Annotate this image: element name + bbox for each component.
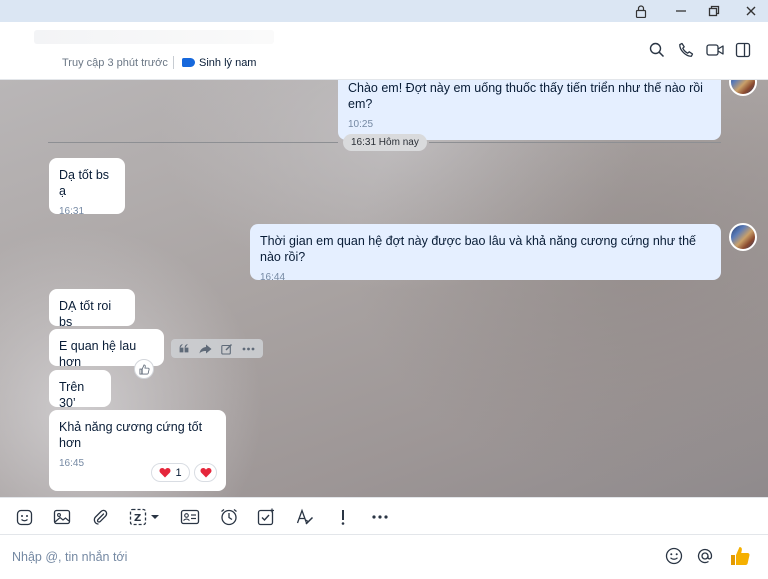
more-icon[interactable] [369, 507, 391, 527]
minimize-icon[interactable] [666, 0, 696, 22]
react-like-button[interactable] [134, 359, 154, 379]
composer-toolbar: Z [0, 497, 768, 535]
label-tag-text[interactable]: Sinh lý nam [199, 57, 256, 69]
message-bubble-incoming[interactable]: Dạ tốt bs ạ 16:31 [49, 158, 125, 217]
message-time: 16:31 [59, 206, 85, 217]
date-separator-line [429, 142, 721, 143]
mention-icon[interactable] [694, 545, 716, 567]
heart-react-button[interactable] [194, 463, 217, 482]
message-input[interactable] [12, 547, 632, 567]
title-bar [0, 0, 768, 22]
message-text: DẠ tốt roi bs [59, 299, 112, 329]
screenshot-icon[interactable]: Z [128, 507, 164, 527]
message-bubble-incoming[interactable]: Trên 30’ [49, 370, 111, 410]
video-icon[interactable] [705, 40, 725, 60]
reminder-icon[interactable] [218, 507, 240, 527]
thumbs-up-icon[interactable] [727, 543, 753, 569]
message-list[interactable]: Chào em! Đợt này em uống thuốc thấy tiến… [0, 80, 768, 497]
svg-text:Z: Z [134, 513, 141, 524]
message-time: 16:44 [260, 272, 286, 283]
contact-card-icon[interactable] [179, 507, 201, 527]
heart-icon [159, 468, 171, 478]
message-hover-actions [171, 339, 263, 358]
conversation-header: Truy cập 3 phút trước Sinh lý nam [0, 22, 768, 80]
message-time: 16:45 [59, 458, 85, 469]
forward-icon[interactable] [199, 344, 212, 354]
image-icon[interactable] [51, 507, 73, 527]
restore-icon[interactable] [699, 0, 729, 22]
message-text: Dạ tốt bs ạ [59, 168, 110, 198]
composer [0, 535, 768, 579]
format-text-icon[interactable] [294, 507, 316, 527]
message-time: 10:25 [348, 119, 374, 130]
phone-icon[interactable] [676, 40, 696, 60]
avatar[interactable] [729, 80, 757, 96]
more-icon[interactable] [242, 347, 255, 351]
last-seen-status: Truy cập 3 phút trước [62, 57, 168, 69]
close-icon[interactable] [736, 0, 766, 22]
search-icon[interactable] [647, 40, 667, 60]
emoji-icon[interactable] [663, 545, 685, 567]
avatar[interactable] [729, 223, 757, 251]
message-bubble-outgoing[interactable]: Thời gian em quan hệ đợt này được bao lâ… [250, 224, 721, 283]
contact-name-blurred [34, 30, 274, 44]
message-text: Thời gian em quan hệ đợt này được bao lâ… [260, 234, 696, 264]
heart-icon [200, 468, 211, 478]
message-text: Chào em! Đợt này em uống thuốc thấy tiến… [348, 81, 703, 111]
date-separator-line [48, 142, 338, 143]
attach-icon[interactable] [89, 507, 111, 527]
message-text: Khả năng cương cứng tốt hơn [59, 420, 203, 450]
header-divider [173, 56, 174, 69]
message-bubble-incoming[interactable]: DẠ tốt roi bs [49, 289, 135, 329]
date-separator: 16:31 Hôm nay [343, 134, 427, 151]
message-text: Trên 30’ [59, 380, 85, 410]
reaction-count: 1 [175, 466, 182, 479]
message-bubble-outgoing[interactable]: Chào em! Đợt này em uống thuốc thấy tiến… [338, 80, 721, 140]
label-tag-icon[interactable] [182, 58, 195, 67]
sticker-icon[interactable] [13, 507, 35, 527]
edit-icon[interactable] [221, 343, 233, 355]
lock-icon[interactable] [626, 0, 656, 22]
todo-icon[interactable] [255, 507, 277, 527]
urgent-icon[interactable] [332, 507, 354, 527]
quote-icon[interactable] [179, 344, 190, 353]
sidebar-icon[interactable] [733, 40, 753, 60]
reaction-summary[interactable]: 1 [151, 463, 190, 482]
